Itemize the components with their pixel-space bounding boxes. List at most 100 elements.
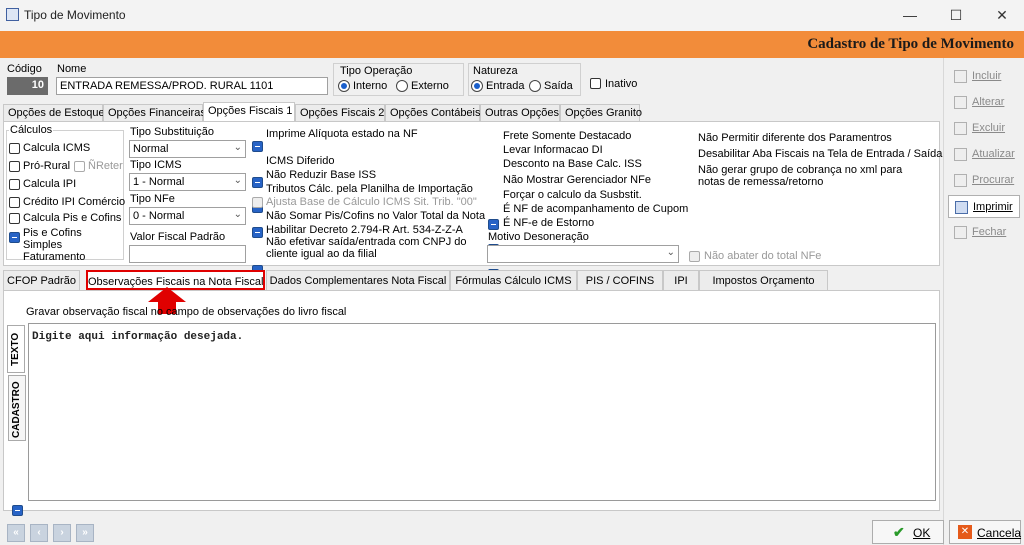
chevron-down-icon: ⌄ (233, 142, 242, 153)
tab-ipi[interactable]: IPI (663, 270, 699, 290)
tab-opcoes-fiscais-2[interactable]: Opções Fiscais 2 (295, 104, 385, 121)
tab-texto[interactable]: TEXTO (7, 325, 25, 373)
tab-formulas-icms[interactable]: Fórmulas Cálculo ICMS (450, 270, 577, 290)
pro-rural-label: Pró-Rural (23, 160, 71, 172)
tributos-planilha-checkbox[interactable] (252, 227, 263, 238)
previous-record-button[interactable]: ‹ (30, 524, 48, 542)
close-door-icon (954, 226, 967, 239)
interno-radio[interactable] (338, 80, 350, 92)
atualizar-button[interactable]: Atualizar (948, 143, 1020, 166)
tab-opcoes-contabeis[interactable]: Opções Contábeis (385, 104, 481, 121)
check-icon: ✔ (893, 524, 905, 540)
edit-icon (954, 96, 967, 109)
ajusta-base-checkbox[interactable] (252, 197, 263, 208)
nao-somar-pis-label: Não Somar Pis/Cofins no Valor Total da N… (266, 210, 486, 222)
nf-cupom-label: É NF de acompanhamento de Cupom (503, 203, 689, 215)
nome-field[interactable]: ENTRADA REMESSA/PROD. RURAL 1101 (56, 77, 328, 95)
nome-label: Nome (57, 63, 87, 75)
calcula-ipi-checkbox[interactable] (9, 179, 20, 190)
icms-diferido-checkbox[interactable] (252, 177, 263, 188)
minimize-button[interactable]: — (898, 4, 922, 26)
tab-texto-label: TEXTO (10, 332, 21, 366)
calcula-pis-cofins-checkbox[interactable] (9, 213, 20, 224)
maximize-button[interactable]: ☐ (944, 4, 968, 26)
calcula-icms-label: Calcula ICMS (23, 142, 91, 154)
calcula-pis-cofins-label: Calcula Pis e Cofins (23, 212, 122, 224)
tab-opcoes-financeiras[interactable]: Opções Financeiras (103, 104, 206, 121)
next-record-button[interactable]: › (53, 524, 71, 542)
tab-dados-complementares[interactable]: Dados Complementares Nota Fiscal (266, 270, 450, 290)
tab-outras-opcoes[interactable]: Outras Opções (480, 104, 560, 121)
tab-cadastro-label: CADASTRO (11, 381, 22, 438)
observacao-editor[interactable]: Digite aqui informação desejada. (28, 323, 936, 501)
imprime-aliquota-checkbox[interactable] (252, 141, 263, 152)
incluir-button[interactable]: Incluir (948, 65, 1020, 88)
codigo-label: Código (7, 63, 42, 75)
valor-fiscal-field[interactable] (129, 245, 246, 263)
inativo-label: Inativo (605, 78, 638, 90)
close-button[interactable]: ✕ (990, 4, 1014, 26)
pis-simples-checkbox[interactable] (9, 232, 20, 243)
levar-di-label: Levar Informacao DI (503, 144, 603, 156)
nreter-checkbox[interactable] (74, 161, 85, 172)
delete-icon (954, 122, 967, 135)
excluir-button[interactable]: Excluir (948, 117, 1020, 140)
tipo-icms-label: Tipo ICMS (130, 159, 182, 171)
first-record-button[interactable]: « (7, 524, 25, 542)
frete-destacado-checkbox[interactable] (488, 219, 499, 230)
pro-rural-checkbox[interactable] (9, 161, 20, 172)
tipo-icms-value: 1 - Normal (133, 176, 185, 188)
binoculars-icon (954, 174, 967, 187)
entrada-radio[interactable] (471, 80, 483, 92)
tipo-icms-select[interactable]: 1 - Normal ⌄ (129, 173, 246, 191)
saida-label: Saída (544, 80, 573, 92)
externo-radio[interactable] (396, 80, 408, 92)
saida-radio[interactable] (529, 80, 541, 92)
printer-icon (955, 201, 968, 214)
tab-cfop-padrao[interactable]: CFOP Padrão (3, 270, 80, 290)
interno-label: Interno (353, 80, 388, 92)
nao-efetivar-cnpj-label: Não efetivar saída/entrada com CNPJ do c… (266, 236, 467, 260)
observacao-text: Digite aqui informação desejada. (32, 331, 244, 343)
tab-opcoes-granito[interactable]: Opções Granito (560, 104, 642, 121)
cancel-button[interactable]: ✕ Cancela (949, 520, 1021, 544)
alterar-button[interactable]: Alterar (948, 91, 1020, 114)
fechar-button[interactable]: Fechar (948, 221, 1020, 244)
desconto-iss-label: Desconto na Base Calc. ISS (503, 158, 642, 170)
procurar-button[interactable]: Procurar (948, 169, 1020, 192)
nao-gerar-cobranca-label: Não gerar grupo de cobrança no xml para … (698, 164, 903, 188)
valor-fiscal-label: Valor Fiscal Padrão (130, 231, 226, 243)
tipo-subst-select[interactable]: Normal ⌄ (129, 140, 246, 158)
decreto-label: Habilitar Decreto 2.794-R Art. 534-Z-Z-A (266, 224, 463, 236)
refresh-icon (954, 148, 967, 161)
imprime-aliquota-label: Imprime Alíquota estado na NF (266, 128, 418, 140)
nao-reduzir-iss-label: Não Reduzir Base ISS (266, 169, 377, 181)
header-banner: Cadastro de Tipo de Movimento (0, 31, 1024, 58)
tipo-nfe-select[interactable]: 0 - Normal ⌄ (129, 207, 246, 225)
credito-ipi-checkbox[interactable] (9, 197, 20, 208)
credito-ipi-label: Crédito IPI Comércio (23, 196, 126, 208)
ok-button[interactable]: ✔ OK (872, 520, 944, 544)
tab-impostos-orcamento[interactable]: Impostos Orçamento (699, 270, 828, 290)
tab-opcoes-fiscais-1[interactable]: Opções Fiscais 1 (203, 102, 295, 121)
tipo-subst-value: Normal (133, 143, 169, 155)
chevron-down-icon: ⌄ (233, 175, 242, 186)
frete-destacado-label: Frete Somente Destacado (503, 130, 632, 142)
nfe-estorno-label: É NF-e de Estorno (503, 217, 595, 229)
last-record-button[interactable]: » (76, 524, 94, 542)
inativo-checkbox[interactable] (590, 78, 601, 89)
new-document-icon (954, 70, 967, 83)
title-bar: Tipo de Movimento — ☐ ✕ (0, 0, 1024, 31)
tributos-planilha-label: Tributos Cálc. pela Planilha de Importaç… (266, 183, 473, 195)
calcula-icms-checkbox[interactable] (9, 143, 20, 154)
tab-cadastro[interactable]: CADASTRO (8, 375, 26, 441)
codigo-field[interactable]: 10 (7, 77, 48, 95)
imprimir-button[interactable]: Imprimir (948, 195, 1020, 218)
calcula-ipi-label: Calcula IPI (23, 178, 77, 190)
externo-label: Externo (411, 80, 449, 92)
tab-opcoes-estoque[interactable]: Opções de Estoque (3, 104, 105, 121)
gravar-observacao-checkbox[interactable] (12, 505, 23, 516)
motivo-select[interactable]: ⌄ (487, 245, 679, 263)
tab-pis-cofins[interactable]: PIS / COFINS (577, 270, 663, 290)
nao-abater-checkbox[interactable] (689, 251, 700, 262)
